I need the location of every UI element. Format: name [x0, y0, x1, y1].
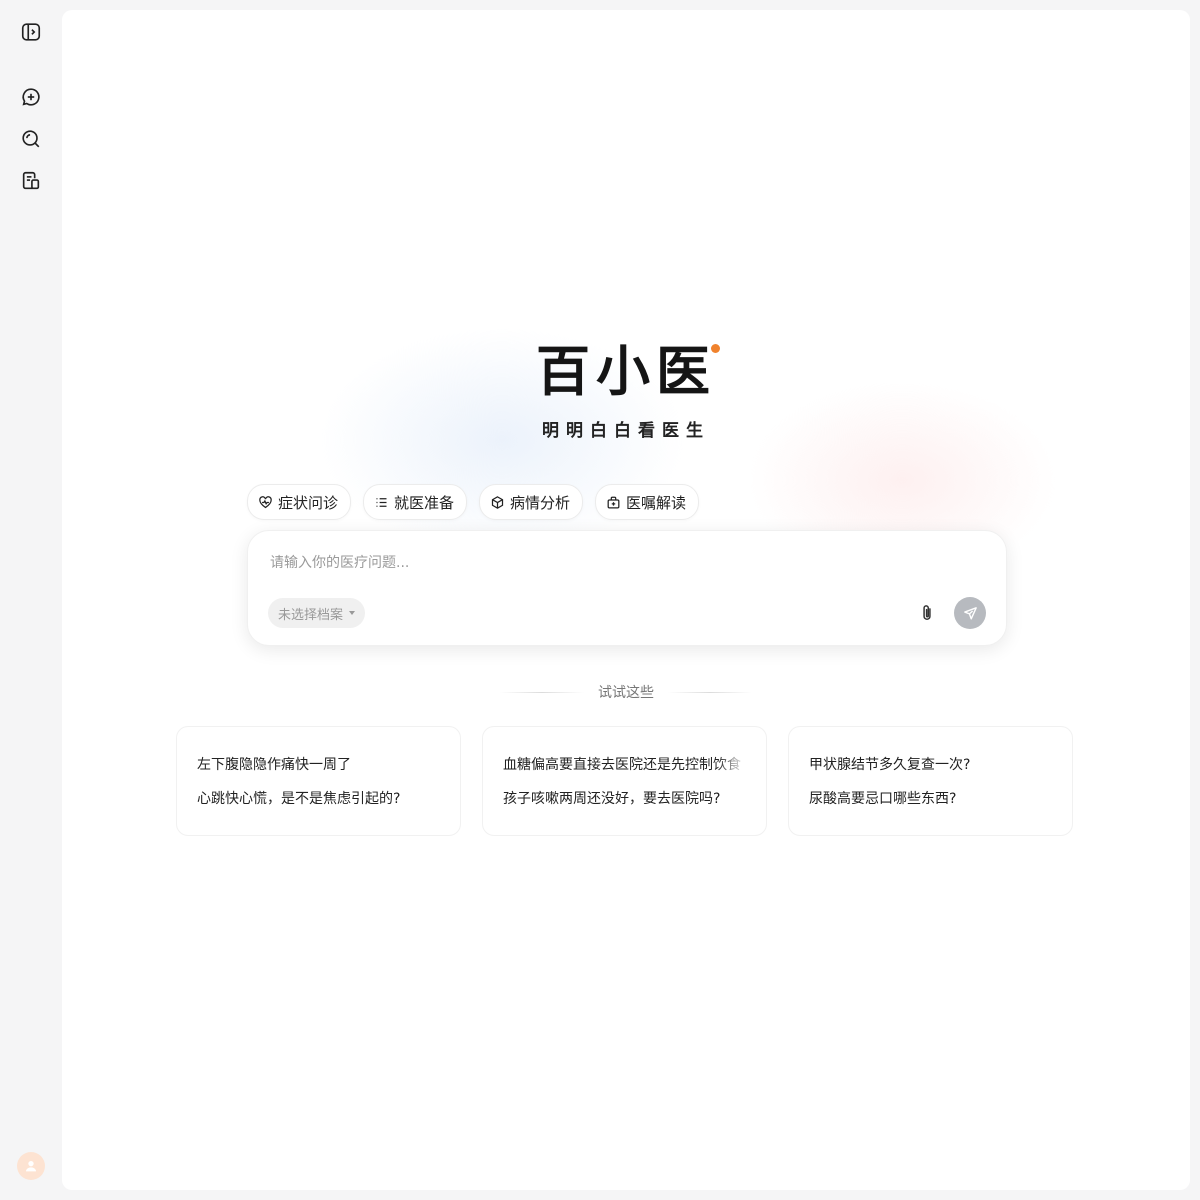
list-icon [376, 497, 387, 507]
suggestion-question[interactable]: 左下腹隐隐作痛快一周了 [197, 755, 440, 775]
suggestion-question[interactable]: 甲状腺结节多久复查一次? [809, 755, 1052, 775]
sidebar-toggle-icon [21, 23, 41, 41]
caret-down-icon [349, 611, 356, 615]
profile-select-label: 未选择档案 [278, 607, 344, 623]
suggestion-cards: 左下腹隐隐作痛快一周了 心跳快心慌，是不是焦虑引起的? 血糖偏高要直接去医院还是… [176, 726, 1073, 836]
suggestion-card: 左下腹隐隐作痛快一周了 心跳快心慌，是不是焦虑引起的? [176, 726, 461, 836]
paperclip-icon [923, 605, 931, 620]
chip-label: 就医准备 [394, 493, 455, 512]
attach-button[interactable] [915, 601, 939, 625]
new-chat-icon [22, 88, 40, 106]
feature-chips: 症状问诊 就医准备 病情分析 医嘱解读 [247, 484, 700, 520]
logo-dot [711, 344, 720, 353]
chip-label: 症状问诊 [278, 493, 339, 512]
chip-label: 病情分析 [510, 493, 571, 512]
send-icon [963, 606, 977, 620]
question-input[interactable] [268, 547, 972, 579]
brand-header: 百小医 明明白白看医生 [62, 340, 1190, 441]
question-input-box: 未选择档案 [247, 530, 1007, 646]
chip-symptom-consult[interactable]: 症状问诊 [247, 484, 352, 520]
suggestion-question[interactable]: 孩子咳嗽两周还没好，要去医院吗? [503, 789, 746, 809]
sidebar [0, 0, 62, 1200]
heart-pulse-icon [259, 495, 272, 508]
user-avatar[interactable] [17, 1152, 45, 1180]
divider-line-right [668, 691, 752, 693]
search-button[interactable] [18, 126, 44, 152]
suggestion-card: 甲状腺结节多久复查一次? 尿酸高要忌口哪些东西? [788, 726, 1073, 836]
send-button[interactable] [954, 597, 986, 629]
suggestion-question[interactable]: 尿酸高要忌口哪些东西? [809, 789, 1052, 809]
suggestions-divider: 试试这些 [62, 682, 1190, 702]
search-icon [22, 130, 40, 148]
logo-text: 百小医 [536, 340, 716, 403]
suggestion-card: 血糖偏高要直接去医院还是先控制饮食 孩子咳嗽两周还没好，要去医院吗? [482, 726, 767, 836]
chip-visit-prep[interactable]: 就医准备 [363, 484, 468, 520]
slogan: 明明白白看医生 [542, 421, 710, 441]
suggestions-title: 试试这些 [598, 685, 654, 701]
sidebar-toggle-button[interactable] [18, 19, 44, 45]
suggestion-question[interactable]: 心跳快心慌，是不是焦虑引起的? [197, 789, 440, 809]
divider-line-left [500, 691, 584, 693]
logo: 百小医 [536, 340, 720, 404]
records-button[interactable] [18, 168, 44, 194]
chip-condition-analysis[interactable]: 病情分析 [479, 484, 584, 520]
suggestion-question[interactable]: 血糖偏高要直接去医院还是先控制饮食 [503, 755, 746, 775]
cube-icon [491, 495, 504, 509]
chip-label: 医嘱解读 [626, 493, 687, 512]
records-icon [22, 171, 40, 190]
medicine-box-icon [607, 496, 620, 508]
main-panel: 百小医 明明白白看医生 症状问诊 就医准备 病情分析 医嘱解读 请输入你的医疗问… [62, 10, 1190, 1190]
chip-prescription-reading[interactable]: 医嘱解读 [595, 484, 700, 520]
profile-select[interactable]: 未选择档案 [268, 598, 366, 628]
new-chat-button[interactable] [18, 84, 44, 110]
user-icon [26, 1161, 36, 1172]
